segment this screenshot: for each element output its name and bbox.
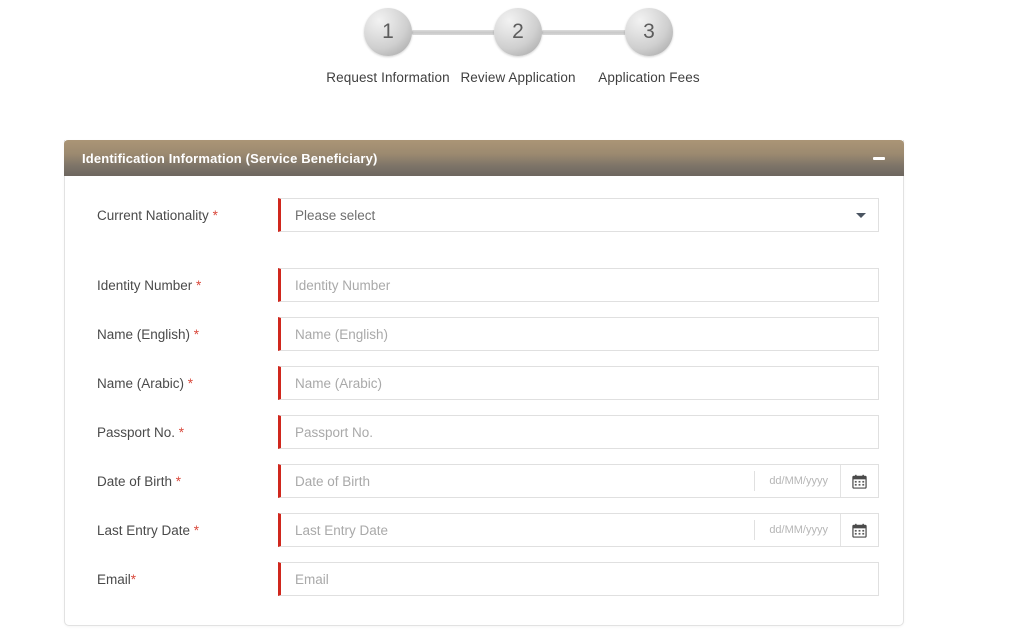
date-format-hint: dd/MM/yyyy: [754, 471, 840, 491]
stepper-step-request-information[interactable]: 1 Request Information: [313, 8, 463, 87]
step-number-3: 3: [643, 20, 655, 43]
input-name-english[interactable]: Name (English): [278, 317, 879, 351]
label-name-arabic: Name (Arabic) *: [97, 375, 194, 391]
form-row-email: Email* Email: [65, 562, 903, 596]
input-passport-no[interactable]: Passport No.: [278, 415, 879, 449]
step-label-2: Review Application: [460, 70, 576, 85]
label-last-entry-date: Last Entry Date *: [97, 522, 200, 538]
form-row-last-entry-date: Last Entry Date * Last Entry Date dd/MM/…: [65, 513, 903, 547]
required-asterisk: *: [193, 522, 200, 538]
progress-stepper: 1 Request Information 2 Review Applicati…: [0, 0, 1024, 120]
identification-information-panel: Identification Information (Service Bene…: [64, 140, 904, 626]
step-number-1: 1: [382, 20, 394, 43]
label-passport-no: Passport No. *: [97, 424, 185, 440]
form-row-identity-number: Identity Number * Identity Number: [65, 268, 903, 302]
calendar-icon[interactable]: [840, 514, 878, 546]
required-asterisk: *: [178, 424, 185, 440]
input-last-entry-date-placeholder: Last Entry Date: [295, 522, 389, 538]
input-name-english-placeholder: Name (English): [295, 326, 389, 342]
input-identity-number[interactable]: Identity Number: [278, 268, 879, 302]
input-name-arabic[interactable]: Name (Arabic): [278, 366, 879, 400]
panel-header: Identification Information (Service Bene…: [64, 140, 904, 176]
date-format-hint: dd/MM/yyyy: [754, 520, 840, 540]
input-email-placeholder: Email: [295, 571, 329, 587]
panel-title: Identification Information (Service Bene…: [82, 150, 378, 166]
form-row-name-english: Name (English) * Name (English): [65, 317, 903, 351]
form-row-name-arabic: Name (Arabic) * Name (Arabic): [65, 366, 903, 400]
stepper-step-application-fees[interactable]: 3 Application Fees: [574, 8, 724, 87]
required-asterisk: *: [193, 326, 200, 342]
input-email[interactable]: Email: [278, 562, 879, 596]
required-asterisk: *: [175, 473, 182, 489]
form-row-passport-no: Passport No. * Passport No.: [65, 415, 903, 449]
select-current-nationality-value: Please select: [295, 207, 376, 223]
step-number-2: 2: [512, 20, 524, 43]
input-date-of-birth[interactable]: Date of Birth dd/MM/yyyy: [278, 464, 879, 498]
select-current-nationality[interactable]: Please select: [278, 198, 879, 232]
step-number-badge-3: 3: [625, 8, 673, 56]
required-asterisk: *: [130, 571, 137, 587]
input-last-entry-date[interactable]: Last Entry Date dd/MM/yyyy: [278, 513, 879, 547]
label-identity-number: Identity Number *: [97, 277, 202, 293]
stepper-step-review-application[interactable]: 2 Review Application: [443, 8, 593, 87]
step-label-1: Request Information: [326, 70, 450, 85]
step-label-3: Application Fees: [598, 70, 700, 85]
form-row-current-nationality: Current Nationality * Please select: [65, 198, 903, 232]
label-date-of-birth: Date of Birth *: [97, 473, 182, 489]
label-current-nationality: Current Nationality *: [97, 207, 218, 223]
minus-icon-bar: [873, 156, 885, 160]
minus-icon[interactable]: [871, 150, 887, 166]
label-name-english: Name (English) *: [97, 326, 200, 342]
required-asterisk: *: [212, 207, 218, 223]
input-identity-number-placeholder: Identity Number: [295, 277, 391, 293]
form-row-date-of-birth: Date of Birth * Date of Birth dd/MM/yyyy: [65, 464, 903, 498]
label-email: Email*: [97, 571, 137, 587]
calendar-icon[interactable]: [840, 465, 878, 497]
input-date-of-birth-placeholder: Date of Birth: [295, 473, 371, 489]
input-name-arabic-placeholder: Name (Arabic): [295, 375, 383, 391]
step-number-badge-2: 2: [494, 8, 542, 56]
step-number-badge-1: 1: [364, 8, 412, 56]
required-asterisk: *: [196, 277, 202, 293]
input-passport-no-placeholder: Passport No.: [295, 424, 374, 440]
required-asterisk: *: [187, 375, 194, 391]
chevron-down-icon[interactable]: [856, 212, 866, 218]
identification-form: Current Nationality * Please select Iden…: [65, 140, 903, 596]
